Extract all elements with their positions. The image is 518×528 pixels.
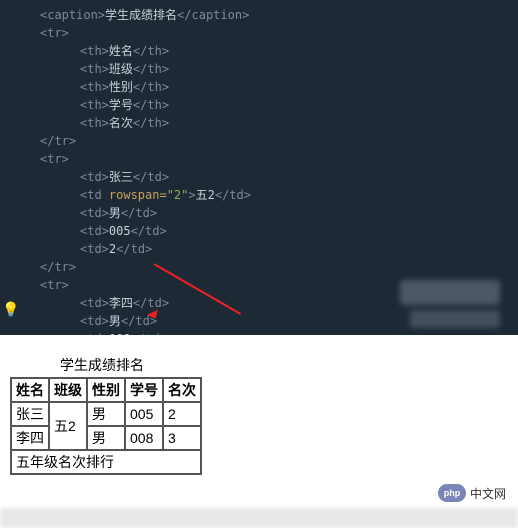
code-line: <th>姓名</th>: [10, 42, 508, 60]
code-line: <td>008</td>: [10, 330, 508, 335]
table-header: 班级: [49, 378, 87, 402]
table-row: 姓名 班级 性别 学号 名次: [11, 378, 201, 402]
table-row: 五年级名次排行: [11, 450, 201, 474]
code-line: <td>2</td>: [10, 240, 508, 258]
table-cell: 008: [125, 426, 163, 450]
code-line: <th>班级</th>: [10, 60, 508, 78]
php-icon: php: [438, 484, 466, 502]
code-line: <td rowspan="2">五2</td>: [10, 186, 508, 204]
php-badge-text: 中文网: [470, 485, 506, 502]
table-footer-cell: 五年级名次排行: [11, 450, 201, 474]
code-line: <tr>: [10, 150, 508, 168]
footer-blur: [0, 508, 518, 528]
table-cell: 五2: [49, 402, 87, 450]
table-cell: 男: [87, 402, 125, 426]
code-line: <caption>学生成绩排名</caption>: [10, 6, 508, 24]
code-line: <th>名次</th>: [10, 114, 508, 132]
code-line: <td>005</td>: [10, 222, 508, 240]
rendered-output: 学生成绩排名 姓名 班级 性别 学号 名次 张三 五2 男 005 2 李四 男…: [0, 335, 518, 495]
table-cell: 2: [163, 402, 201, 426]
table-header: 性别: [87, 378, 125, 402]
table-header: 姓名: [11, 378, 49, 402]
code-line: <td>张三</td>: [10, 168, 508, 186]
table-cell: 男: [87, 426, 125, 450]
table-cell: 李四: [11, 426, 49, 450]
code-line: <th>性别</th>: [10, 78, 508, 96]
table-cell: 005: [125, 402, 163, 426]
table-row: 张三 五2 男 005 2: [11, 402, 201, 426]
table-cell: 张三: [11, 402, 49, 426]
table-caption: 学生成绩排名: [10, 355, 508, 375]
table-row: 李四 男 008 3: [11, 426, 201, 450]
code-line: </tr>: [10, 132, 508, 150]
table-header: 名次: [163, 378, 201, 402]
code-line: <td>男</td>: [10, 204, 508, 222]
watermark-blur: [400, 280, 500, 305]
code-editor: <caption>学生成绩排名</caption> <tr> <th>姓名</t…: [0, 0, 518, 335]
lightbulb-icon[interactable]: 💡: [2, 300, 19, 321]
code-line: <th>学号</th>: [10, 96, 508, 114]
table-cell: 3: [163, 426, 201, 450]
code-line: </tr>: [10, 258, 508, 276]
php-badge: php 中文网: [438, 484, 506, 502]
result-table: 姓名 班级 性别 学号 名次 张三 五2 男 005 2 李四 男 008 3 …: [10, 377, 202, 475]
table-header: 学号: [125, 378, 163, 402]
code-line: <tr>: [10, 24, 508, 42]
watermark-blur: [410, 310, 500, 328]
